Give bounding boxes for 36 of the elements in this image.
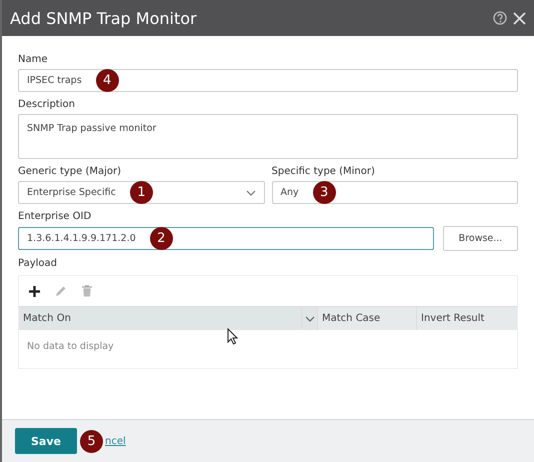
callout-badge: 5: [80, 430, 103, 452]
close-icon[interactable]: [513, 12, 526, 24]
text-area[interactable]: SNMP Trap passive monitor: [18, 114, 518, 159]
empty-message: No data to display: [26, 340, 115, 354]
chevron-down-icon[interactable]: [304, 316, 314, 322]
field-label: Specific type (Minor): [272, 166, 376, 177]
callout-badge: 2: [150, 227, 173, 250]
field-label: Payload: [18, 258, 58, 269]
window-title: Add SNMP Trap Monitor: [10, 8, 197, 28]
field-value: Any: [280, 187, 299, 198]
field-label: Description: [18, 99, 76, 110]
column-header[interactable]: Match Case: [317, 307, 416, 330]
column-header[interactable]: Invert Result: [416, 307, 517, 330]
callout-badge: 4: [96, 69, 119, 92]
text-field[interactable]: 1.3.6.1.4.1.9.9.171.2.0 2: [18, 227, 434, 250]
field-value: IPSEC traps: [27, 75, 82, 86]
dropdown[interactable]: Enterprise Specific 1: [18, 181, 264, 204]
callout-badge: 1: [130, 181, 153, 204]
text-field[interactable]: Any 3: [272, 181, 518, 204]
field-label: Enterprise OID: [18, 211, 92, 222]
field-label: Generic type (Major): [18, 166, 122, 177]
field-value: Enterprise Specific: [27, 187, 116, 198]
callout-badge: 3: [312, 181, 336, 204]
field-label: Name: [18, 54, 49, 65]
trash-icon[interactable]: [82, 285, 92, 297]
save-button[interactable]: Save: [15, 428, 77, 454]
help-icon[interactable]: [493, 11, 507, 25]
browse-button[interactable]: Browse...: [443, 226, 518, 251]
text-field[interactable]: IPSEC traps 4: [18, 69, 518, 92]
chevron-down-icon: [246, 190, 256, 196]
column-header[interactable]: Match On: [19, 307, 301, 330]
add-icon[interactable]: [29, 286, 40, 296]
cancel-link[interactable]: ncel: [105, 436, 126, 446]
cursor-icon: [227, 328, 238, 345]
field-value: 1.3.6.1.4.1.9.9.171.2.0: [27, 233, 136, 244]
field-value: SNMP Trap passive monitor: [27, 123, 156, 134]
